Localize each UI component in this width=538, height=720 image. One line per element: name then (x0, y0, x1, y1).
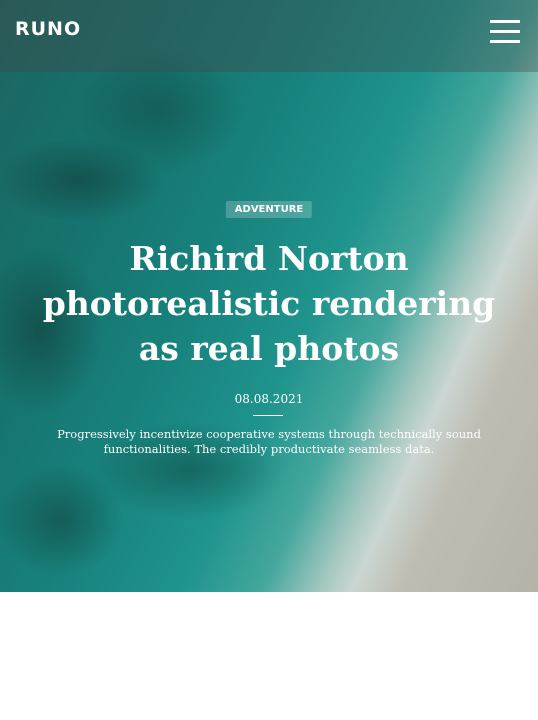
category-badge[interactable]: ADVENTURE (225, 201, 313, 218)
post-date: 08.08.2021 (234, 392, 304, 406)
site-logo[interactable]: RUNO (15, 18, 81, 40)
divider (253, 415, 283, 416)
hamburger-menu-icon[interactable] (490, 20, 520, 44)
menu-bar (490, 30, 520, 33)
page: RUNO ADVENTURE Richird Norton photoreali… (0, 0, 538, 720)
post-description: Progressively incentivize cooperative sy… (57, 427, 481, 456)
menu-bar (490, 40, 520, 43)
menu-bar (490, 20, 520, 23)
hero-content: ADVENTURE Richird Norton photorealistic … (0, 0, 538, 592)
site-header: RUNO (0, 0, 538, 72)
post-title[interactable]: Richird Norton photorealistic rendering … (20, 236, 518, 371)
content-area (0, 592, 538, 720)
